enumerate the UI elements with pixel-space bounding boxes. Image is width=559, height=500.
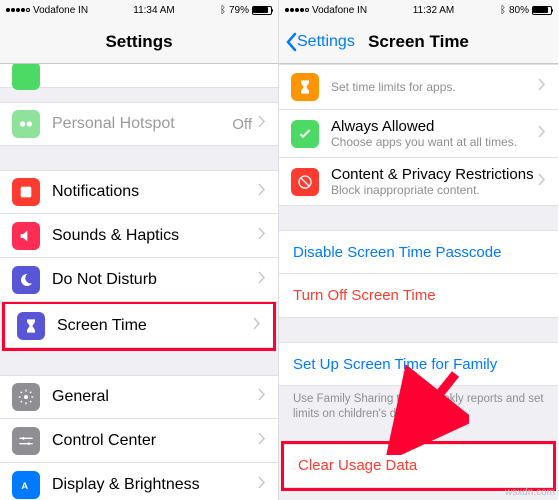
display-label: Display & Brightness	[52, 476, 258, 494]
chevron-right-icon	[538, 78, 546, 96]
dnd-cell[interactable]: Do Not Disturb	[0, 258, 278, 302]
app-limits-cell[interactable]: Set time limits for apps.	[279, 64, 558, 110]
no-entry-icon	[291, 168, 319, 196]
content-sub: Block inappropriate content.	[331, 183, 538, 197]
chevron-right-icon	[258, 183, 266, 201]
always-sub: Choose apps you want at all times.	[331, 135, 538, 149]
chevron-left-icon	[285, 32, 297, 52]
chevron-right-icon	[258, 432, 266, 450]
battery-icon	[532, 6, 552, 15]
clear-usage-button[interactable]: Clear Usage Data	[284, 444, 553, 488]
display-cell[interactable]: A Display & Brightness	[0, 463, 278, 500]
hotspot-label: Personal Hotspot	[52, 115, 232, 133]
screen-time-label: Screen Time	[57, 317, 253, 335]
battery-percent: 80%	[509, 5, 529, 16]
family-label: Set Up Screen Time for Family	[293, 356, 497, 373]
notifications-icon	[12, 178, 40, 206]
hotspot-value: Off	[232, 116, 252, 133]
family-button[interactable]: Set Up Screen Time for Family	[279, 342, 558, 386]
notifications-cell[interactable]: Notifications	[0, 170, 278, 214]
hourglass-icon	[17, 312, 45, 340]
bluetooth-icon: ᛒ	[500, 5, 506, 16]
back-label: Settings	[297, 33, 355, 51]
turn-off-button[interactable]: Turn Off Screen Time	[279, 274, 558, 318]
sounds-label: Sounds & Haptics	[52, 227, 258, 245]
clear-usage-label: Clear Usage Data	[298, 457, 417, 474]
chevron-right-icon	[258, 227, 266, 245]
clock-label: 11:32 AM	[413, 5, 455, 16]
hourglass-icon	[291, 73, 319, 101]
signal-icon	[6, 8, 30, 12]
chevron-right-icon	[258, 388, 266, 406]
settings-screen: Vodafone IN 11:34 AM ᛒ 79% Settings Pers…	[0, 0, 279, 500]
highlight-box: Clear Usage Data	[281, 441, 556, 491]
disable-passcode-label: Disable Screen Time Passcode	[293, 244, 501, 261]
family-footer: Use Family Sharing to get weekly reports…	[279, 386, 558, 428]
notifications-label: Notifications	[52, 183, 258, 201]
general-cell[interactable]: General	[0, 375, 278, 419]
moon-icon	[12, 266, 40, 294]
hotspot-icon	[12, 110, 40, 138]
carrier-label: Vodafone IN	[312, 5, 367, 16]
always-title: Always Allowed	[331, 118, 538, 135]
sounds-icon	[12, 222, 40, 250]
dnd-label: Do Not Disturb	[52, 271, 258, 289]
signal-icon	[285, 8, 309, 12]
highlight-box: Screen Time	[2, 301, 276, 351]
status-bar: Vodafone IN 11:34 AM ᛒ 79%	[0, 0, 278, 20]
screen-time-screen: Vodafone IN 11:32 AM ᛒ 80% Settings Scre…	[279, 0, 558, 500]
check-icon	[291, 120, 319, 148]
gear-icon	[12, 383, 40, 411]
status-bar: Vodafone IN 11:32 AM ᛒ 80%	[279, 0, 558, 20]
partial-cell	[0, 64, 278, 88]
page-title: Screen Time	[368, 32, 469, 52]
back-button[interactable]: Settings	[285, 32, 355, 52]
svg-text:A: A	[21, 481, 28, 491]
chevron-right-icon	[258, 115, 266, 133]
chevron-right-icon	[253, 317, 261, 335]
content-privacy-cell[interactable]: Content & Privacy Restrictions Block ina…	[279, 158, 558, 206]
chevron-right-icon	[258, 271, 266, 289]
always-allowed-cell[interactable]: Always Allowed Choose apps you want at a…	[279, 110, 558, 158]
control-center-cell[interactable]: Control Center	[0, 419, 278, 463]
bluetooth-icon: ᛒ	[220, 5, 226, 16]
chevron-right-icon	[538, 125, 546, 143]
navbar: Settings	[0, 20, 278, 64]
screen-time-cell[interactable]: Screen Time	[5, 304, 273, 348]
control-center-label: Control Center	[52, 432, 258, 450]
carrier-label: Vodafone IN	[33, 5, 88, 16]
battery-percent: 79%	[229, 5, 249, 16]
switches-icon	[12, 427, 40, 455]
display-icon: A	[12, 471, 40, 499]
limits-sub: Set time limits for apps.	[331, 80, 538, 94]
watermark: wsxdn.com	[505, 487, 555, 498]
chevron-right-icon	[538, 173, 546, 191]
battery-icon	[252, 6, 272, 15]
sounds-cell[interactable]: Sounds & Haptics	[0, 214, 278, 258]
navbar: Settings Screen Time	[279, 20, 558, 64]
turn-off-label: Turn Off Screen Time	[293, 287, 436, 304]
page-title: Settings	[105, 32, 172, 52]
chevron-right-icon	[258, 476, 266, 494]
clock-label: 11:34 AM	[133, 5, 175, 16]
content-title: Content & Privacy Restrictions	[331, 166, 538, 183]
general-label: General	[52, 388, 258, 406]
personal-hotspot-cell[interactable]: Personal Hotspot Off	[0, 102, 278, 146]
disable-passcode-button[interactable]: Disable Screen Time Passcode	[279, 230, 558, 274]
